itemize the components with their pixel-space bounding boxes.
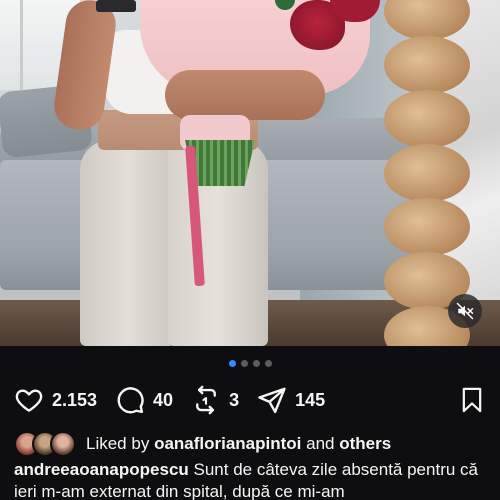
mirror-bobbin [384,144,470,202]
caption-username[interactable]: andreeaoanapopescu [14,460,189,479]
bookmark-icon [462,387,482,413]
share-button[interactable]: 145 [257,385,325,415]
like-count[interactable]: 2.153 [52,390,97,411]
carousel-dot [264,360,272,367]
repost-button[interactable]: 3 [191,385,239,415]
comment-button[interactable]: 40 [115,385,173,415]
heart-icon [15,389,43,412]
repost-count[interactable]: 3 [229,390,239,411]
comment-count[interactable]: 40 [153,390,173,411]
share-count[interactable]: 145 [295,390,325,411]
liked-by-row[interactable]: Liked by oanaflorianapintoi and others [14,430,494,458]
person-right-arm [165,70,325,120]
like-button[interactable]: 2.153 [14,385,97,415]
liked-by-prefix: Liked by [86,434,150,453]
carousel-dot-active [228,360,236,367]
send-icon [258,387,286,414]
phone [96,0,136,12]
post-caption[interactable]: andreeaoanapopescu Sunt de câteva zile a… [14,459,492,500]
mute-icon [456,302,474,320]
carousel-dot [252,360,260,367]
liker-avatars[interactable] [14,431,76,457]
liked-by-text: Liked by oanaflorianapintoi and others [86,434,391,454]
post-media-image[interactable] [0,0,500,346]
save-button[interactable] [458,385,486,420]
liked-by-others-link[interactable]: others [339,434,391,453]
person-left-leg [80,140,175,346]
carousel-indicator [0,360,500,370]
mirror-bobbin [384,36,470,94]
comment-icon [117,387,144,414]
carousel-dot [240,360,248,367]
avatar[interactable] [50,431,76,457]
post-actions-bar: 2.153 40 3 145 [14,384,486,416]
liked-by-username[interactable]: oanaflorianapintoi [154,434,301,453]
mirror-bobbin [384,198,470,256]
mirror-bobbin [384,90,470,148]
liked-by-connector: and [306,434,335,453]
mute-button[interactable] [448,294,482,328]
repost-icon [196,385,217,415]
